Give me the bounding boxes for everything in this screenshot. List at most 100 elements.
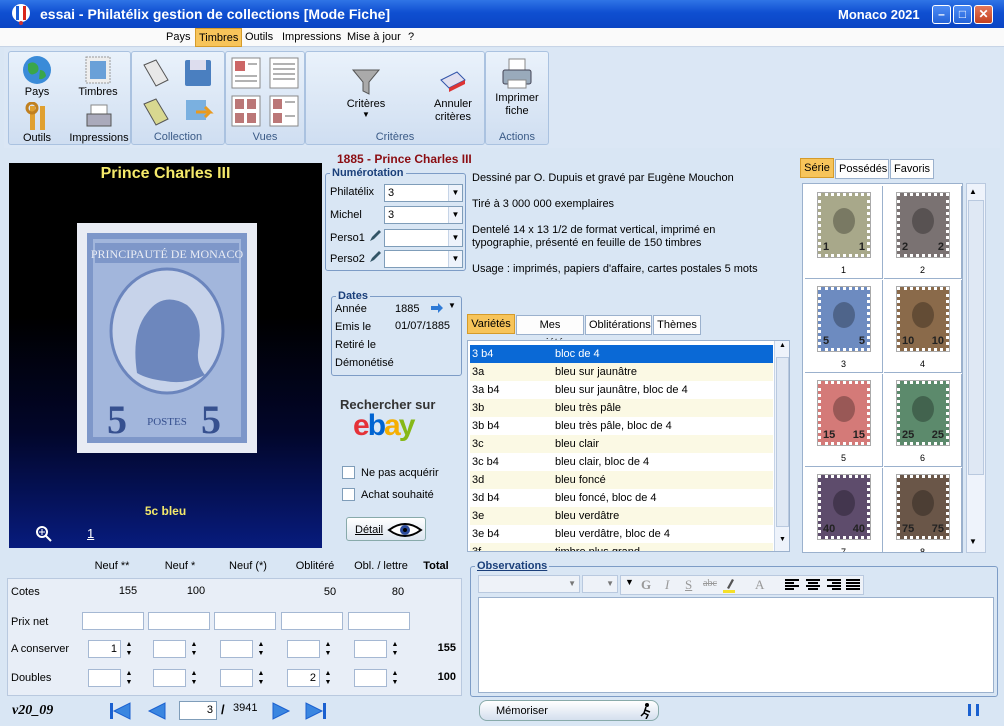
highlighter-icon[interactable] — [723, 578, 735, 593]
michel-combo[interactable]: 3 ▼ — [384, 206, 463, 224]
variety-row[interactable]: 3e b4 bleu verdâtre, bloc de 4 — [470, 525, 773, 543]
spinner-icon[interactable]: ▲ ▼ — [390, 669, 400, 688]
size-combo[interactable]: ▼ — [582, 575, 618, 593]
minimize-button[interactable]: – — [932, 5, 951, 24]
conserver-input[interactable] — [354, 640, 387, 658]
ribbon-timbres-button[interactable]: Timbres — [71, 54, 125, 98]
philatelix-combo[interactable]: 3 ▼ — [384, 184, 463, 202]
variety-row[interactable]: 3a bleu sur jaunâtre — [470, 363, 773, 381]
ne-pas-acquerir-checkbox[interactable] — [342, 466, 355, 479]
series-stamp-cell[interactable]: 75 75 8 — [884, 468, 962, 552]
variety-row[interactable]: 3f timbre plus grand — [470, 543, 773, 551]
next-record-icon[interactable] — [270, 701, 292, 721]
varieties-scrollbar[interactable]: ▲ ▼ — [774, 341, 789, 551]
series-stamp-cell[interactable]: 222 — [884, 186, 962, 279]
spinner-icon[interactable]: ▲ ▼ — [189, 640, 199, 659]
resize-grip[interactable] — [968, 704, 971, 716]
series-stamp-cell[interactable]: 15 15 5 — [805, 374, 883, 467]
doubles-input[interactable] — [153, 669, 186, 687]
dates-dropdown-icon[interactable]: ▼ — [448, 301, 456, 310]
folder-icon[interactable] — [140, 96, 172, 128]
scroll-thumb[interactable] — [776, 357, 789, 527]
font-color-icon[interactable]: A — [755, 577, 764, 593]
menu-help[interactable]: ? — [405, 28, 417, 47]
memoriser-button[interactable]: Mémoriser — [479, 700, 659, 721]
resize-grip[interactable] — [976, 704, 979, 716]
doubles-input[interactable] — [220, 669, 253, 687]
conserver-input[interactable] — [287, 640, 320, 658]
view-list-icon[interactable] — [268, 56, 300, 90]
series-stamp-cell[interactable]: 40 40 7 — [805, 468, 883, 552]
scroll-up-icon[interactable]: ▲ — [969, 187, 977, 196]
menu-impressions[interactable]: Impressions — [279, 28, 344, 47]
align-right-icon[interactable] — [827, 579, 841, 591]
detail-button[interactable]: Détail — [346, 517, 426, 541]
ebay-logo[interactable]: ebay — [353, 409, 415, 443]
variety-row[interactable]: 3c b4 bleu clair, bloc de 4 — [470, 453, 773, 471]
menu-outils[interactable]: Outils — [242, 28, 276, 47]
variety-row[interactable]: 3 b4 bloc de 4 — [470, 345, 773, 363]
pencil-icon[interactable] — [368, 229, 382, 243]
prix-obl-lettre-input[interactable] — [348, 612, 410, 630]
image-index-link[interactable]: 1 — [87, 526, 94, 541]
ribbon-pays-button[interactable]: Pays — [15, 54, 59, 98]
close-button[interactable]: ✕ — [974, 5, 993, 24]
conserver-input[interactable]: 1 — [88, 640, 121, 658]
variety-row[interactable]: 3d bleu foncé — [470, 471, 773, 489]
ribbon-impressions-button[interactable]: Impressions — [67, 102, 131, 144]
menu-mise-a-jour[interactable]: Mise à jour — [344, 28, 404, 47]
variety-row[interactable]: 3d b4 bleu foncé, bloc de 4 — [470, 489, 773, 507]
doubles-input[interactable]: 2 — [287, 669, 320, 687]
chevron-down-icon[interactable]: ▼ — [625, 577, 634, 587]
arrow-right-icon[interactable] — [430, 302, 444, 314]
stamp-image[interactable]: PRINCIPAUTÉ DE MONACO 5 5 POSTES — [77, 223, 257, 453]
menu-timbres[interactable]: Timbres — [195, 28, 243, 47]
ribbon-outils-button[interactable]: Outils — [15, 102, 59, 144]
view-album-icon[interactable] — [268, 94, 300, 128]
tab-possedes[interactable]: Possédés — [835, 159, 889, 179]
record-number-input[interactable]: 3 — [179, 701, 217, 720]
pencil-icon[interactable] — [368, 250, 382, 264]
tab-mes-varietes[interactable]: Mes variétés — [516, 315, 584, 349]
spinner-icon[interactable]: ▲ ▼ — [124, 669, 134, 688]
tab-obliterations[interactable]: Oblitérations — [585, 315, 652, 335]
series-stamp-cell[interactable]: 111 — [805, 186, 883, 279]
previous-record-icon[interactable] — [146, 701, 168, 721]
prix-neuf-1-input[interactable] — [148, 612, 210, 630]
scroll-down-icon[interactable]: ▼ — [969, 537, 977, 546]
tab-serie[interactable]: Série — [800, 158, 834, 178]
variety-row[interactable]: 3e bleu verdâtre — [470, 507, 773, 525]
conserver-input[interactable] — [220, 640, 253, 658]
variety-row[interactable]: 3b b4 bleu très pâle, bloc de 4 — [470, 417, 773, 435]
align-left-icon[interactable] — [785, 579, 799, 591]
spinner-icon[interactable]: ▲ ▼ — [189, 669, 199, 688]
bold-icon[interactable]: G — [641, 577, 651, 593]
spinner-icon[interactable]: ▲ ▼ — [256, 669, 266, 688]
tab-themes[interactable]: Thèmes — [653, 315, 701, 335]
scroll-up-icon[interactable]: ▲ — [776, 342, 789, 355]
series-stamp-cell[interactable]: 25 25 6 — [884, 374, 962, 467]
first-record-icon[interactable] — [108, 701, 134, 721]
italic-icon[interactable]: I — [665, 577, 669, 593]
conserver-input[interactable] — [153, 640, 186, 658]
annuler-criteres-button[interactable]: Annuler critères — [424, 66, 482, 124]
view-grid-icon[interactable] — [230, 94, 262, 128]
tab-varietes[interactable]: Variétés — [467, 314, 515, 334]
export-icon[interactable] — [182, 96, 214, 128]
tab-favoris[interactable]: Favoris — [890, 159, 934, 179]
last-record-icon[interactable] — [303, 701, 329, 721]
spinner-icon[interactable]: ▲ ▼ — [323, 640, 333, 659]
variety-row[interactable]: 3b bleu très pâle — [470, 399, 773, 417]
imprimer-fiche-button[interactable]: Imprimer fiche — [488, 56, 546, 118]
maximize-button[interactable]: □ — [953, 5, 972, 24]
scroll-thumb[interactable] — [968, 200, 984, 475]
font-combo[interactable]: ▼ — [478, 575, 580, 593]
spinner-icon[interactable]: ▲ ▼ — [390, 640, 400, 659]
spinner-icon[interactable]: ▲ ▼ — [124, 640, 134, 659]
save-icon[interactable] — [182, 57, 214, 89]
variety-row[interactable]: 3c bleu clair — [470, 435, 773, 453]
scroll-down-icon[interactable]: ▼ — [776, 536, 789, 549]
justify-icon[interactable] — [846, 579, 860, 591]
series-stamp-cell[interactable]: 553 — [805, 280, 883, 373]
series-stamp-cell[interactable]: 10 10 4 — [884, 280, 962, 373]
